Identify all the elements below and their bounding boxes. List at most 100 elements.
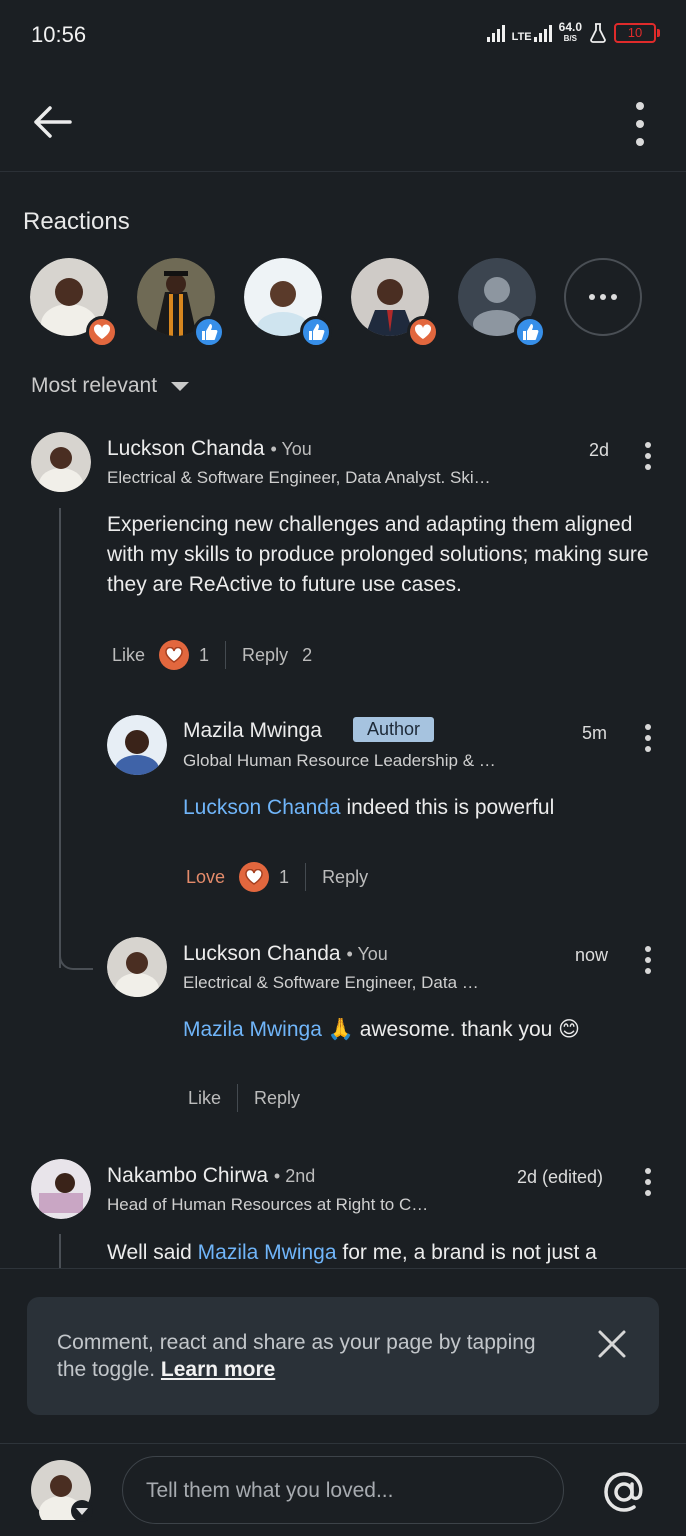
like-badge <box>300 316 332 348</box>
reply-time: 5m <box>582 723 608 743</box>
author-name: Nakambo Chirwa <box>107 1164 269 1187</box>
reply-button[interactable]: Reply <box>242 645 288 666</box>
battery-icon: 10 <box>614 23 660 43</box>
reply-time: now <box>575 945 609 965</box>
comment-menu-button[interactable] <box>643 1168 653 1196</box>
comment-menu-button[interactable] <box>643 442 653 470</box>
avatar <box>107 715 167 775</box>
mention-button[interactable] <box>602 1470 646 1514</box>
reply-menu-button[interactable] <box>643 724 653 752</box>
actor-toggle[interactable] <box>31 1460 93 1528</box>
page-toggle-tip: Comment, react and share as your page by… <box>27 1297 659 1415</box>
comment-actions: Like 1 Reply 2 <box>112 640 312 670</box>
avatar <box>107 937 167 997</box>
heart-icon <box>93 324 111 339</box>
battery-level: 10 <box>627 25 643 40</box>
reply-count[interactable]: 2 <box>302 645 312 666</box>
comment-text-start: Well said <box>107 1241 198 1264</box>
reactions-title: Reactions <box>23 208 130 235</box>
more-reactors-button[interactable] <box>564 258 642 336</box>
thread-connector <box>59 940 93 970</box>
reply-actions: Love 1 Reply <box>186 862 368 892</box>
lte-indicator: LTE <box>511 24 552 43</box>
like-badge <box>193 316 225 348</box>
reply-avatar[interactable] <box>107 715 167 775</box>
like-button[interactable]: Like <box>112 645 145 666</box>
overflow-menu-button[interactable] <box>630 102 650 146</box>
reactor-avatar[interactable] <box>244 258 332 348</box>
mention-link[interactable]: Mazila Mwinga <box>183 1018 322 1041</box>
network-label: LTE <box>511 31 532 43</box>
reply-author[interactable]: Mazila Mwinga <box>183 719 322 743</box>
sort-dropdown[interactable]: Most relevant <box>31 374 190 398</box>
comment-author[interactable]: Luckson Chanda • You <box>107 437 312 461</box>
status-time: 10:56 <box>31 22 87 47</box>
comment-text: Experiencing new challenges and adapting… <box>107 513 649 596</box>
reactor-avatar[interactable] <box>458 258 546 348</box>
author-headline: Electrical & Software Engineer, Data Ana… <box>107 468 491 487</box>
reactor-avatar[interactable] <box>351 258 439 348</box>
love-reaction-icon <box>239 862 270 892</box>
divider <box>237 1084 239 1112</box>
thread-line <box>59 508 61 968</box>
reaction-count[interactable]: 1 <box>279 867 289 888</box>
reactor-avatar[interactable] <box>137 258 225 348</box>
reactor-avatar[interactable] <box>30 258 118 348</box>
speed-unit: B/S <box>563 34 577 43</box>
author-headline: Head of Human Resources at Right to C… <box>107 1195 429 1214</box>
at-sign-icon <box>604 1472 643 1512</box>
like-badge <box>514 316 546 348</box>
comment-avatar[interactable] <box>31 1159 91 1219</box>
mention-link[interactable]: Luckson Chanda <box>183 796 341 819</box>
arrow-left-icon <box>34 106 72 138</box>
mention-link[interactable]: Mazila Mwinga <box>198 1241 337 1264</box>
thumbs-up-icon <box>202 324 218 340</box>
reply-author[interactable]: Luckson Chanda • You <box>183 942 388 966</box>
status-icons: LTE 64.0 B/S 10 <box>486 20 660 44</box>
comment-avatar[interactable] <box>31 432 91 492</box>
avatar <box>31 1159 91 1219</box>
back-button[interactable] <box>26 98 78 146</box>
status-bar: 10:56 LTE 64.0 B/S 10 <box>0 0 686 72</box>
reply-button[interactable]: Reply <box>322 867 368 888</box>
reply-avatar[interactable] <box>107 937 167 997</box>
comment-time: 2d <box>589 440 610 460</box>
comment-input[interactable]: Tell them what you loved... <box>122 1456 564 1524</box>
author-name: Luckson Chanda <box>107 437 265 460</box>
divider <box>305 863 307 891</box>
reply-button[interactable]: Reply <box>254 1088 300 1109</box>
heart-icon <box>414 324 432 339</box>
reactors-row <box>30 258 650 348</box>
divider <box>225 641 227 669</box>
connection-degree: • 2nd <box>273 1166 316 1186</box>
speed-value: 64.0 <box>558 20 582 34</box>
reply-text-content: indeed this is powerful <box>340 796 555 819</box>
app-bar <box>0 72 686 172</box>
comment-text: Well said Mazila Mwinga for me, a brand … <box>107 1238 667 1268</box>
reply-text-content: 🙏 awesome. thank you 😊 <box>321 1018 581 1041</box>
thumbs-up-icon <box>309 324 325 340</box>
close-tip-button[interactable] <box>595 1327 629 1361</box>
comment-author[interactable]: Nakambo Chirwa • 2nd <box>107 1164 315 1188</box>
author-name: Luckson Chanda <box>183 942 341 965</box>
caret-down-icon <box>171 381 190 391</box>
learn-more-link[interactable]: Learn more <box>161 1358 275 1381</box>
love-badge <box>407 316 439 348</box>
sort-label: Most relevant <box>31 374 158 397</box>
close-icon <box>598 1330 626 1358</box>
comment-time: 2d (edited) <box>517 1167 604 1187</box>
author-headline: Global Human Resource Leadership & … <box>183 751 496 770</box>
reply-menu-button[interactable] <box>643 946 653 974</box>
love-reaction-icon <box>159 640 190 670</box>
tip-message: Comment, react and share as your page by… <box>57 1331 536 1381</box>
author-badge: Author <box>353 717 435 742</box>
chevron-down-icon <box>71 1500 93 1522</box>
avatar <box>31 432 91 492</box>
comment-text-end: for me, a brand is not just a <box>336 1241 597 1264</box>
connection-degree: • You <box>346 944 388 964</box>
signal-icon <box>486 24 505 42</box>
like-button[interactable]: Like <box>188 1088 221 1109</box>
love-button[interactable]: Love <box>186 867 225 888</box>
reply-text: Mazila Mwinga 🙏 awesome. thank you 😊 <box>183 1015 653 1045</box>
reaction-count[interactable]: 1 <box>199 645 209 666</box>
